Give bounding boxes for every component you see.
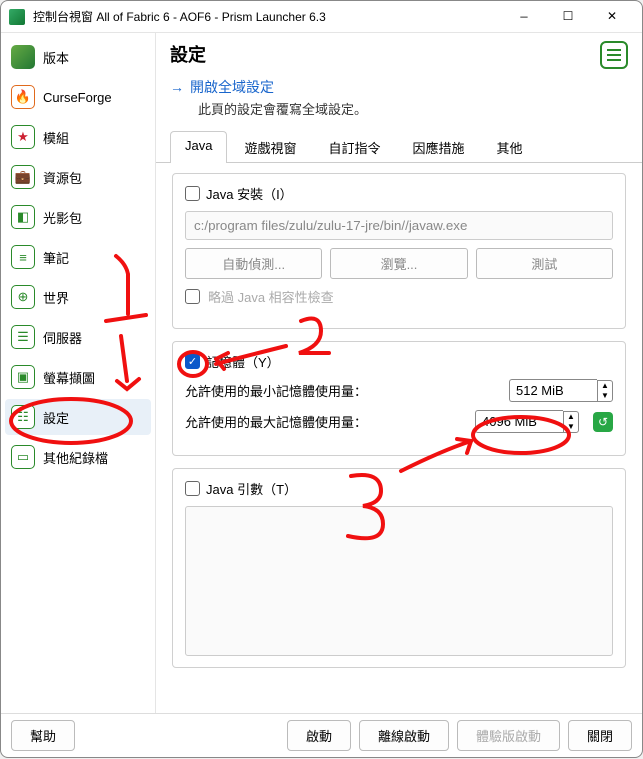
sidebar-item-curseforge[interactable]: 🔥 CurseForge <box>5 79 151 115</box>
arrow-right-icon: → <box>170 79 184 95</box>
java-install-label: Java 安裝（I） <box>206 184 293 203</box>
list-toggle-icon[interactable] <box>600 41 628 69</box>
help-button[interactable]: 幫助 <box>11 720 75 751</box>
sidebar-item-worlds[interactable]: ⊕ 世界 <box>5 279 151 315</box>
java-args-label: Java 引數（T） <box>206 479 297 498</box>
titlebar: 控制台視窗 All of Fabric 6 - AOF6 - Prism Lau… <box>1 1 642 33</box>
sidebar-item-label: 資源包 <box>43 168 82 187</box>
sidebar-item-mods[interactable]: ★ 模組 <box>5 119 151 155</box>
close-window-button[interactable]: ✕ <box>590 2 634 32</box>
memory-checkbox[interactable]: ✓ <box>185 354 200 369</box>
body: 版本 🔥 CurseForge ★ 模組 💼 資源包 ◧ 光影包 ≡ 筆記 <box>1 33 642 713</box>
page-title: 設定 <box>170 41 206 67</box>
sidebar: 版本 🔥 CurseForge ★ 模組 💼 資源包 ◧ 光影包 ≡ 筆記 <box>1 33 156 713</box>
browse-button[interactable]: 瀏覽... <box>330 248 467 279</box>
sidebar-item-settings[interactable]: ☷ 設定 <box>5 399 151 435</box>
spin-up-icon[interactable]: ▲ <box>564 412 578 422</box>
sidebar-item-servers[interactable]: ☰ 伺服器 <box>5 319 151 355</box>
min-memory-input[interactable] <box>509 379 597 402</box>
sidebar-item-screenshots[interactable]: ▣ 螢幕擷圖 <box>5 359 151 395</box>
settings-icon: ☷ <box>11 405 35 429</box>
spin-down-icon[interactable]: ▼ <box>598 391 612 401</box>
test-button[interactable]: 測試 <box>476 248 613 279</box>
main: 設定 → 開啟全域設定 此頁的設定會覆寫全域設定。 Java 遊戲視窗 自訂指令… <box>156 33 642 713</box>
curseforge-icon: 🔥 <box>11 85 35 109</box>
star-icon: ★ <box>11 125 35 149</box>
spin-up-icon[interactable]: ▲ <box>598 381 612 391</box>
maximize-button[interactable]: ☐ <box>546 2 590 32</box>
close-button[interactable]: 關閉 <box>568 720 632 751</box>
global-settings-block: → 開啟全域設定 此頁的設定會覆寫全域設定。 <box>156 73 642 130</box>
sidebar-item-label: 筆記 <box>43 248 69 267</box>
cube-icon: ◧ <box>11 205 35 229</box>
java-args-textarea <box>185 506 613 656</box>
demo-launch-button[interactable]: 體驗版啟動 <box>457 720 560 751</box>
tab-game-window[interactable]: 遊戲視窗 <box>229 131 311 163</box>
sidebar-item-label: 光影包 <box>43 208 82 227</box>
tab-panel-java: Java 安裝（I） 自動偵測... 瀏覽... 測試 略過 Java 相容性檢… <box>156 163 642 713</box>
autodetect-button[interactable]: 自動偵測... <box>185 248 322 279</box>
sidebar-item-label: CurseForge <box>43 90 112 105</box>
server-icon: ☰ <box>11 325 35 349</box>
java-path-input <box>185 211 613 240</box>
offline-launch-button[interactable]: 離線啟動 <box>359 720 449 751</box>
tabs: Java 遊戲視窗 自訂指令 因應措施 其他 <box>156 130 642 163</box>
max-memory-input[interactable] <box>475 410 563 433</box>
sidebar-item-label: 伺服器 <box>43 328 82 347</box>
notes-icon: ≡ <box>11 245 35 269</box>
version-icon <box>11 45 35 69</box>
group-java-args: Java 引數（T） <box>172 468 626 668</box>
sidebar-item-label: 模組 <box>43 128 69 147</box>
sidebar-item-label: 版本 <box>43 48 69 67</box>
max-memory-label: 允許使用的最大記憶體使用量： <box>185 412 467 431</box>
sidebar-item-version[interactable]: 版本 <box>5 39 151 75</box>
tab-other[interactable]: 其他 <box>482 131 538 163</box>
tab-java[interactable]: Java <box>170 131 227 163</box>
spin-down-icon[interactable]: ▼ <box>564 422 578 432</box>
sidebar-item-shaderpacks[interactable]: ◧ 光影包 <box>5 199 151 235</box>
launch-button[interactable]: 啟動 <box>287 720 351 751</box>
minimize-button[interactable]: — <box>502 2 546 32</box>
min-memory-label: 允許使用的最小記憶體使用量： <box>185 381 501 400</box>
skip-compat-checkbox[interactable] <box>185 289 200 304</box>
java-install-checkbox[interactable] <box>185 186 200 201</box>
skip-compat-label: 略過 Java 相容性檢查 <box>208 287 334 306</box>
globe-icon: ⊕ <box>11 285 35 309</box>
image-icon: ▣ <box>11 365 35 389</box>
max-memory-spinner[interactable]: ▲▼ <box>475 410 579 433</box>
main-header: 設定 <box>156 33 642 73</box>
briefcase-icon: 💼 <box>11 165 35 189</box>
reset-max-memory-button[interactable]: ↺ <box>593 412 613 432</box>
tab-custom-commands[interactable]: 自訂指令 <box>313 131 395 163</box>
sidebar-item-notes[interactable]: ≡ 筆記 <box>5 239 151 275</box>
window: 控制台視窗 All of Fabric 6 - AOF6 - Prism Lau… <box>0 0 643 758</box>
sidebar-item-label: 螢幕擷圖 <box>43 368 95 387</box>
sidebar-item-resourcepacks[interactable]: 💼 資源包 <box>5 159 151 195</box>
global-link-desc: 此頁的設定會覆寫全域設定。 <box>170 97 628 118</box>
window-title: 控制台視窗 All of Fabric 6 - AOF6 - Prism Lau… <box>33 8 502 25</box>
app-icon <box>9 9 25 25</box>
footer: 幫助 啟動 離線啟動 體驗版啟動 關閉 <box>1 713 642 757</box>
book-icon: ▭ <box>11 445 35 469</box>
memory-label: 記憶體（Y） <box>206 352 280 371</box>
sidebar-item-otherlogs[interactable]: ▭ 其他紀錄檔 <box>5 439 151 475</box>
group-java-install: Java 安裝（I） 自動偵測... 瀏覽... 測試 略過 Java 相容性檢… <box>172 173 626 329</box>
java-args-checkbox[interactable] <box>185 481 200 496</box>
min-memory-spinner[interactable]: ▲▼ <box>509 379 613 402</box>
global-link-text: 開啟全域設定 <box>190 77 274 97</box>
sidebar-item-label: 世界 <box>43 288 69 307</box>
sidebar-item-label: 設定 <box>43 408 69 427</box>
tab-workarounds[interactable]: 因應措施 <box>398 131 480 163</box>
sidebar-item-label: 其他紀錄檔 <box>43 448 108 467</box>
group-memory: ✓ 記憶體（Y） 允許使用的最小記憶體使用量： ▲▼ 允許使用的最大記憶體使用量… <box>172 341 626 456</box>
open-global-settings-link[interactable]: → 開啟全域設定 <box>170 77 274 97</box>
